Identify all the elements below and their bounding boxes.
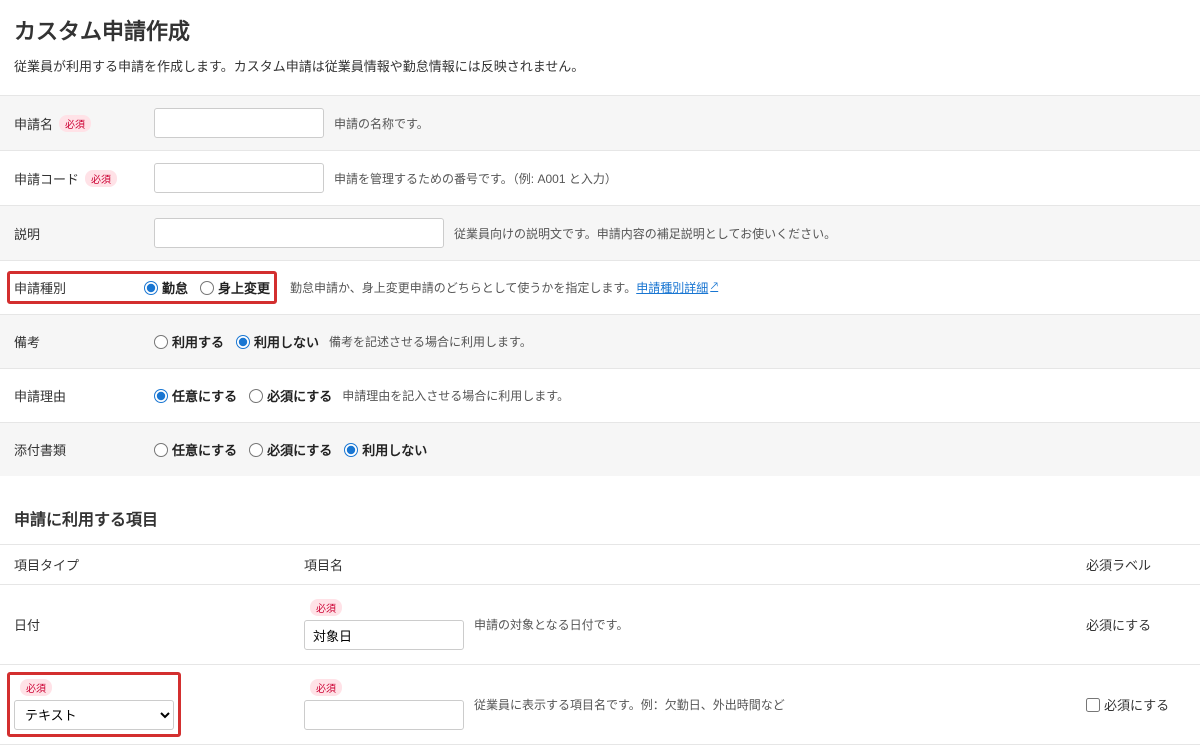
radio-remarks-use[interactable]: 利用する: [154, 332, 224, 351]
badge-required: 必須: [85, 170, 117, 187]
item-row-date: 日付 必須 申請の対象となる日付です。 必須にする: [0, 585, 1200, 665]
badge-required: 必須: [20, 679, 52, 696]
radio-input-reason-optional[interactable]: [154, 389, 168, 403]
row-description: 説明 従業員向けの説明文です。申請内容の補足説明としてお使いください。: [0, 205, 1200, 260]
row-app-name: 申請名 必須 申請の名称です。: [0, 95, 1200, 150]
hint-item-text: 従業員に表示する項目名です。例：欠勤日、外出時間など: [474, 696, 785, 713]
hint-reason: 申請理由を記入させる場合に利用します。: [342, 387, 569, 404]
item-row-text: 必須 テキスト 必須 従業員に表示する項目名です。例：欠勤日、外出時間など 必須…: [0, 665, 1200, 745]
radio-input-attach-optional[interactable]: [154, 443, 168, 457]
radio-attach-required[interactable]: 必須にする: [249, 440, 332, 459]
row-attachment: 添付書類 任意にする 必須にする 利用しない: [0, 422, 1200, 476]
item-req-label-text: 必須にする: [1104, 695, 1169, 714]
external-link-icon: 🡕: [710, 277, 718, 298]
radio-attach-optional[interactable]: 任意にする: [154, 440, 237, 459]
item-req-label-date: 必須にする: [1086, 615, 1151, 634]
item-type-date: 日付: [14, 615, 40, 634]
radio-input-reason-required[interactable]: [249, 389, 263, 403]
input-item-name-text[interactable]: [304, 700, 464, 730]
section-items-title: 申請に利用する項目: [0, 476, 1200, 544]
radio-remarks-notuse[interactable]: 利用しない: [236, 332, 319, 351]
radio-input-shinjo[interactable]: [200, 281, 214, 295]
hint-description: 従業員向けの説明文です。申請内容の補足説明としてお使いください。: [454, 225, 836, 242]
row-reason: 申請理由 任意にする 必須にする 申請理由を記入させる場合に利用します。: [0, 368, 1200, 422]
radio-reason-required[interactable]: 必須にする: [249, 386, 332, 405]
input-item-name-date[interactable]: [304, 620, 464, 650]
col-header-type: 項目タイプ: [14, 555, 304, 574]
radio-attach-notuse[interactable]: 利用しない: [344, 440, 427, 459]
label-attachment: 添付書類: [14, 440, 66, 459]
label-app-type: 申請種別: [14, 278, 66, 297]
radio-input-kintai[interactable]: [144, 281, 158, 295]
page-description: 従業員が利用する申請を作成します。カスタム申請は従業員情報や勤怠情報には反映され…: [0, 56, 1200, 95]
radio-reason-optional[interactable]: 任意にする: [154, 386, 237, 405]
radio-app-type-shinjo[interactable]: 身上変更: [200, 278, 270, 297]
input-description[interactable]: [154, 218, 444, 248]
radio-input-remarks-use[interactable]: [154, 335, 168, 349]
row-app-type: 申請種別 勤怠 身上変更 勤怠申請か、身上変更申請のどちらとして使うかを指定しま…: [0, 260, 1200, 314]
label-description: 説明: [14, 224, 40, 243]
input-app-name[interactable]: [154, 108, 324, 138]
input-app-code[interactable]: [154, 163, 324, 193]
badge-required: 必須: [59, 115, 91, 132]
label-remarks: 備考: [14, 332, 40, 351]
hint-app-code: 申請を管理するための番号です。（例: A001 と入力）: [334, 170, 617, 187]
radio-app-type-kintai[interactable]: 勤怠: [144, 278, 188, 297]
radio-input-remarks-notuse[interactable]: [236, 335, 250, 349]
hint-item-date: 申請の対象となる日付です。: [474, 616, 628, 633]
row-app-code: 申請コード 必須 申請を管理するための番号です。（例: A001 と入力）: [0, 150, 1200, 205]
badge-required: 必須: [310, 599, 342, 616]
label-app-code: 申請コード: [14, 169, 79, 188]
page-title: カスタム申請作成: [0, 0, 1200, 56]
label-app-name: 申請名: [14, 114, 53, 133]
col-header-name: 項目名: [304, 555, 1086, 574]
row-remarks: 備考 利用する 利用しない 備考を記述させる場合に利用します。: [0, 314, 1200, 368]
link-app-type-detail[interactable]: 申請種別詳細 🡕: [636, 277, 718, 298]
radio-input-attach-required[interactable]: [249, 443, 263, 457]
radio-input-attach-notuse[interactable]: [344, 443, 358, 457]
hint-app-name: 申請の名称です。: [334, 115, 429, 132]
label-reason: 申請理由: [14, 386, 66, 405]
hint-remarks: 備考を記述させる場合に利用します。: [329, 333, 532, 350]
badge-required: 必須: [310, 679, 342, 696]
select-item-type[interactable]: テキスト: [14, 700, 174, 730]
hint-app-type: 勤怠申請か、身上変更申請のどちらとして使うかを指定します。: [290, 279, 636, 296]
col-header-req: 必須ラベル: [1086, 555, 1186, 574]
items-columns-header: 項目タイプ 項目名 必須ラベル: [0, 544, 1200, 585]
checkbox-item-required[interactable]: [1086, 698, 1100, 712]
